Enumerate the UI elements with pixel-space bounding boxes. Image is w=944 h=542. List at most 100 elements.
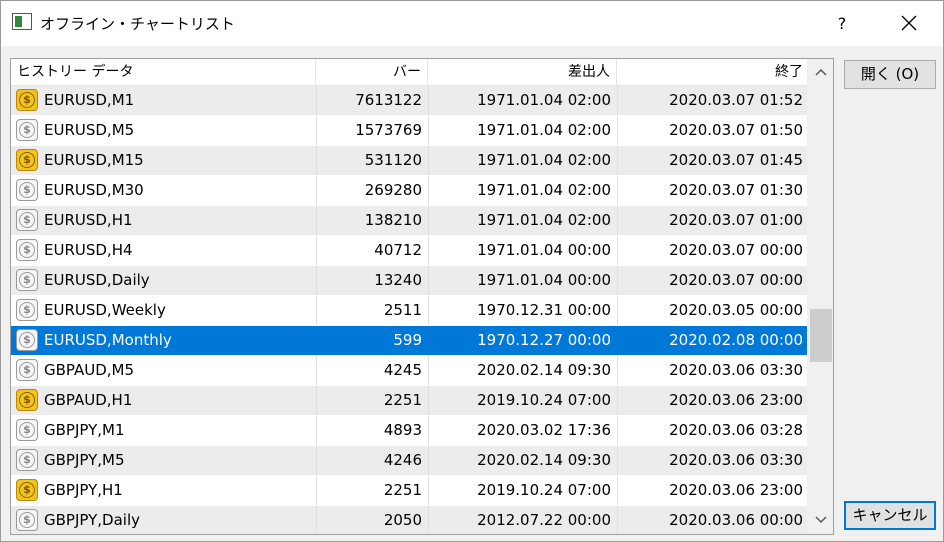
- gray-coin-icon: $: [16, 419, 38, 441]
- row-from: 1971.01.04 00:00: [428, 266, 617, 295]
- table-row[interactable]: $ GBPAUD,H1 2251 2019.10.24 07:00 2020.03.06…: [11, 386, 807, 416]
- row-symbol: GBPJPY,Daily: [44, 511, 140, 529]
- vertical-scrollbar[interactable]: [807, 59, 833, 534]
- row-to: 2020.03.06 23:00: [617, 476, 807, 505]
- table-row[interactable]: $ EURUSD,H4 40712 1971.01.04 00:00 2020.03.0…: [11, 236, 807, 266]
- row-bars: 2511: [316, 296, 428, 325]
- row-symbol: GBPAUD,M5: [44, 361, 135, 379]
- row-from: 2012.07.22 00:00: [428, 506, 617, 534]
- gray-coin-icon: $: [16, 269, 38, 291]
- gray-coin-icon: $: [16, 359, 38, 381]
- row-bars: 40712: [316, 236, 428, 265]
- row-to: 2020.02.08 00:00: [617, 326, 807, 355]
- row-bars: 531120: [316, 146, 428, 175]
- row-symbol: EURUSD,M5: [44, 121, 135, 139]
- row-bars: 2251: [316, 476, 428, 505]
- row-bars: 13240: [316, 266, 428, 295]
- table-row[interactable]: $ EURUSD,M30 269280 1971.01.04 02:00 2020.03…: [11, 176, 807, 206]
- gray-coin-icon: $: [16, 449, 38, 471]
- row-from: 1970.12.31 00:00: [428, 296, 617, 325]
- table-row[interactable]: $ EURUSD,M5 1573769 1971.01.04 02:00 2020.03…: [11, 116, 807, 146]
- row-bars: 4893: [316, 416, 428, 445]
- row-from: 2020.03.02 17:36: [428, 416, 617, 445]
- row-from: 2020.02.14 09:30: [428, 356, 617, 385]
- row-bars: 4245: [316, 356, 428, 385]
- table-row[interactable]: $ EURUSD,Daily 13240 1971.01.04 00:00 2020.0…: [11, 266, 807, 296]
- row-bars: 4246: [316, 446, 428, 475]
- table-row[interactable]: $ EURUSD,H1 138210 1971.01.04 02:00 2020.03.…: [11, 206, 807, 236]
- column-header-history-data[interactable]: ヒストリー データ: [11, 59, 316, 86]
- row-symbol: EURUSD,Weekly: [44, 301, 166, 319]
- help-button[interactable]: ?: [827, 1, 857, 46]
- gray-coin-icon: $: [16, 299, 38, 321]
- row-to: 2020.03.07 01:00: [617, 206, 807, 235]
- row-to: 2020.03.07 01:30: [617, 176, 807, 205]
- cancel-button[interactable]: キャンセル: [844, 501, 936, 530]
- gray-coin-icon: $: [16, 329, 38, 351]
- row-symbol: EURUSD,Monthly: [44, 331, 172, 349]
- list-rows: $ EURUSD,M1 7613122 1971.01.04 02:00 2020.03…: [11, 86, 807, 534]
- table-row[interactable]: $ GBPJPY,M5 4246 2020.02.14 09:30 2020.03.06…: [11, 446, 807, 476]
- scroll-up-button[interactable]: [808, 59, 833, 86]
- window-title: オフライン・チャートリスト: [40, 15, 235, 33]
- row-bars: 2050: [316, 506, 428, 534]
- scroll-down-button[interactable]: [808, 507, 833, 534]
- row-to: 2020.03.07 01:50: [617, 116, 807, 145]
- row-from: 1971.01.04 02:00: [428, 206, 617, 235]
- close-button[interactable]: [891, 8, 927, 38]
- row-symbol: EURUSD,M15: [44, 151, 144, 169]
- row-symbol: EURUSD,H4: [44, 241, 133, 259]
- table-row[interactable]: $ EURUSD,Monthly 599 1970.12.27 00:00 2020.0…: [11, 326, 807, 356]
- row-symbol: GBPJPY,M1: [44, 421, 125, 439]
- row-to: 2020.03.05 00:00: [617, 296, 807, 325]
- gray-coin-icon: $: [16, 509, 38, 531]
- list-header: ヒストリー データ バー 差出人 終了: [11, 59, 807, 86]
- row-symbol: EURUSD,M30: [44, 181, 144, 199]
- gold-coin-icon: $: [16, 149, 38, 171]
- column-header-from[interactable]: 差出人: [428, 59, 617, 86]
- row-symbol: GBPJPY,H1: [44, 481, 123, 499]
- gold-coin-icon: $: [16, 389, 38, 411]
- row-from: 1971.01.04 02:00: [428, 86, 617, 115]
- row-bars: 269280: [316, 176, 428, 205]
- row-from: 1971.01.04 02:00: [428, 176, 617, 205]
- row-symbol: GBPJPY,M5: [44, 451, 125, 469]
- row-bars: 138210: [316, 206, 428, 235]
- gray-coin-icon: $: [16, 119, 38, 141]
- row-bars: 1573769: [316, 116, 428, 145]
- table-row[interactable]: $ GBPAUD,M5 4245 2020.02.14 09:30 2020.03.06…: [11, 356, 807, 386]
- offline-chart-list-dialog: オフライン・チャートリスト ? ヒストリー データ バー 差出人 終了 $ EUR…: [0, 0, 944, 542]
- row-from: 1971.01.04 02:00: [428, 146, 617, 175]
- row-to: 2020.03.07 01:45: [617, 146, 807, 175]
- column-header-bars[interactable]: バー: [316, 59, 428, 86]
- column-header-to[interactable]: 終了: [617, 59, 807, 86]
- row-from: 1971.01.04 02:00: [428, 116, 617, 145]
- gray-coin-icon: $: [16, 179, 38, 201]
- table-row[interactable]: $ EURUSD,M1 7613122 1971.01.04 02:00 2020.03…: [11, 86, 807, 116]
- row-bars: 7613122: [316, 86, 428, 115]
- table-row[interactable]: $ GBPJPY,H1 2251 2019.10.24 07:00 2020.03.06…: [11, 476, 807, 506]
- row-to: 2020.03.07 00:00: [617, 236, 807, 265]
- history-data-list[interactable]: ヒストリー データ バー 差出人 終了 $ EURUSD,M1 7613122 197…: [10, 58, 834, 535]
- row-from: 2020.02.14 09:30: [428, 446, 617, 475]
- row-symbol: EURUSD,Daily: [44, 271, 150, 289]
- row-from: 2019.10.24 07:00: [428, 386, 617, 415]
- row-bars: 599: [316, 326, 428, 355]
- row-to: 2020.03.06 00:00: [617, 506, 807, 534]
- table-row[interactable]: $ EURUSD,M15 531120 1971.01.04 02:00 2020.03…: [11, 146, 807, 176]
- row-from: 1971.01.04 00:00: [428, 236, 617, 265]
- row-from: 1970.12.27 00:00: [428, 326, 617, 355]
- gold-coin-icon: $: [16, 479, 38, 501]
- row-to: 2020.03.07 00:00: [617, 266, 807, 295]
- table-row[interactable]: $ GBPJPY,M1 4893 2020.03.02 17:36 2020.03.06…: [11, 416, 807, 446]
- gold-coin-icon: $: [16, 89, 38, 111]
- row-from: 2019.10.24 07:00: [428, 476, 617, 505]
- table-row[interactable]: $ GBPJPY,Daily 2050 2012.07.22 00:00 2020.03…: [11, 506, 807, 534]
- open-button[interactable]: 開く (O): [844, 60, 936, 89]
- row-bars: 2251: [316, 386, 428, 415]
- chevron-up-icon: [815, 68, 827, 76]
- row-symbol: GBPAUD,H1: [44, 391, 133, 409]
- table-row[interactable]: $ EURUSD,Weekly 2511 1970.12.31 00:00 2020.0…: [11, 296, 807, 326]
- scrollbar-thumb[interactable]: [810, 309, 832, 362]
- row-to: 2020.03.06 03:28: [617, 416, 807, 445]
